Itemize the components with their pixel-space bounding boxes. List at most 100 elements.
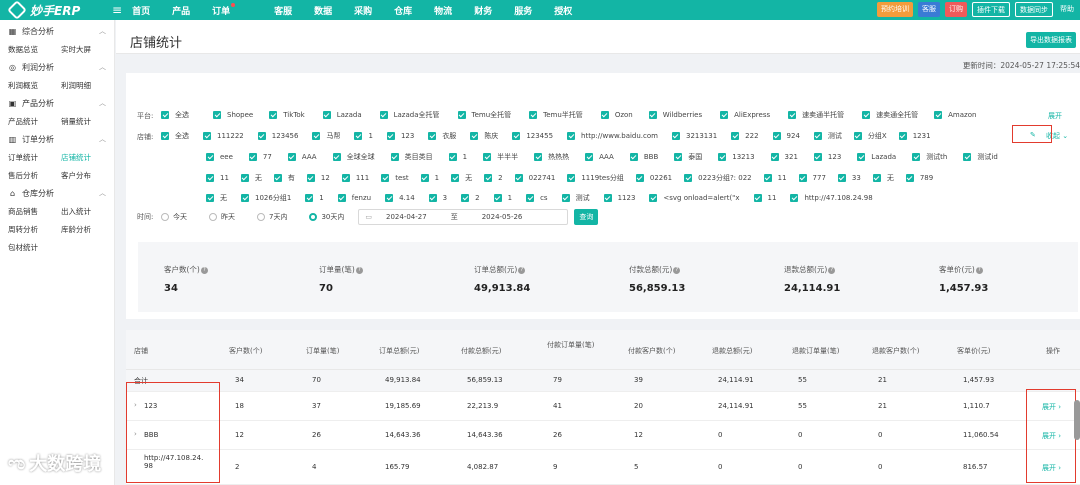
- filter-checkbox[interactable]: 4.14: [385, 194, 415, 202]
- data-sync-button[interactable]: 数据同步: [1015, 2, 1053, 17]
- filter-checkbox[interactable]: 1123: [603, 194, 635, 202]
- filter-checkbox[interactable]: 测试th: [912, 152, 947, 162]
- nav-finance[interactable]: 财务: [474, 4, 492, 17]
- export-report-button[interactable]: 导出数据报表: [1026, 32, 1076, 48]
- filter-checkbox[interactable]: 0223分组?: 022: [684, 173, 752, 183]
- filter-checkbox[interactable]: 无: [206, 193, 227, 203]
- scrollbar[interactable]: [1074, 400, 1080, 440]
- query-button[interactable]: 查询: [574, 209, 599, 225]
- filter-checkbox[interactable]: 分组X: [853, 131, 887, 141]
- sidebar-item-goods-sales[interactable]: 商品销售: [8, 206, 61, 217]
- sidebar-group-profit[interactable]: ◎ 利润分析 ︿: [0, 58, 114, 76]
- table-row[interactable]: 123 18 37 19,185.69 22,213.9 41 20 24,114.91 55 2…: [126, 392, 1080, 421]
- filter-checkbox[interactable]: 123455: [512, 132, 553, 140]
- filter-checkbox[interactable]: Shopee: [213, 111, 253, 119]
- sidebar-item-inout-stats[interactable]: 出入统计: [61, 206, 114, 217]
- nav-service[interactable]: 服务: [514, 4, 532, 17]
- sidebar-item-store-stats[interactable]: 店铺统计: [61, 152, 114, 163]
- filter-checkbox[interactable]: Lazada: [857, 153, 896, 161]
- logo[interactable]: 妙手ERP: [0, 0, 112, 20]
- nav-logistics[interactable]: 物流: [434, 4, 452, 17]
- filter-checkbox[interactable]: 11: [753, 194, 776, 202]
- filter-checkbox[interactable]: 1231: [898, 132, 931, 140]
- filter-checkbox[interactable]: 3213131: [671, 132, 717, 140]
- time-yesterday[interactable]: 昨天: [209, 212, 235, 222]
- filter-checkbox[interactable]: 1: [354, 132, 373, 140]
- time-30days[interactable]: 30天内: [309, 212, 344, 222]
- filter-checkbox[interactable]: 1: [420, 174, 439, 182]
- service-button[interactable]: 客服: [918, 2, 940, 17]
- filter-checkbox[interactable]: 111222: [203, 132, 244, 140]
- filter-checkbox[interactable]: 222: [731, 132, 759, 140]
- column-header[interactable]: 客单价(元): [957, 346, 990, 356]
- filter-checkbox[interactable]: BBB: [629, 153, 658, 161]
- sidebar-item-customer-distribution[interactable]: 客户分布: [61, 170, 114, 181]
- filter-checkbox[interactable]: cs: [526, 194, 548, 202]
- help-icon[interactable]: ?: [518, 266, 526, 274]
- column-header[interactable]: 客户数(个): [229, 346, 262, 356]
- column-header[interactable]: 订单量(笔): [306, 346, 339, 356]
- plugin-download-button[interactable]: 插件下载: [972, 2, 1010, 17]
- column-header[interactable]: 操作: [1046, 346, 1060, 356]
- sidebar-item-profit-overview[interactable]: 利润概览: [8, 80, 61, 91]
- filter-checkbox[interactable]: Ozon: [600, 111, 633, 119]
- sidebar-group-warehouse[interactable]: ⌂ 仓库分析 ︿: [0, 184, 114, 202]
- sidebar-group-product[interactable]: ▣ 产品分析 ︿: [0, 94, 114, 112]
- filter-checkbox[interactable]: 半半半: [483, 152, 518, 162]
- nav-customer-service[interactable]: 客服: [274, 4, 292, 17]
- sidebar-group-overview[interactable]: ▦ 综合分析 ︿: [0, 22, 114, 40]
- nav-home[interactable]: 首页: [132, 4, 150, 17]
- filter-checkbox[interactable]: 无: [451, 173, 472, 183]
- help-icon[interactable]: ?: [673, 266, 681, 274]
- filter-checkbox[interactable]: 33: [837, 174, 861, 182]
- filter-checkbox[interactable]: Lazada: [322, 111, 362, 119]
- column-header[interactable]: 退款订单量(笔): [792, 346, 839, 356]
- menu-icon[interactable]: ≡: [112, 3, 122, 17]
- sidebar-item-sales-stats[interactable]: 销量统计: [61, 116, 114, 127]
- filter-checkbox[interactable]: 泰国: [674, 152, 702, 162]
- column-header[interactable]: 退款客户数(个): [872, 346, 919, 356]
- subscribe-button[interactable]: 订购: [945, 2, 967, 17]
- training-button[interactable]: 预约培训: [877, 2, 913, 17]
- filter-checkbox[interactable]: AAA: [585, 153, 614, 161]
- help-icon[interactable]: ?: [828, 266, 836, 274]
- filter-checkbox[interactable]: 1: [305, 194, 324, 202]
- filter-checkbox[interactable]: Lazada全托管: [379, 110, 440, 120]
- filter-checkbox[interactable]: 热热热: [534, 152, 569, 162]
- filter-checkbox[interactable]: 速卖通全托管: [862, 110, 918, 120]
- filter-checkbox[interactable]: 类目类目: [390, 152, 433, 162]
- filter-checkbox[interactable]: 2: [484, 174, 503, 182]
- filter-checkbox[interactable]: AAA: [287, 153, 317, 161]
- filter-checkbox[interactable]: 777: [798, 174, 826, 182]
- filter-checkbox[interactable]: 022741: [514, 174, 555, 182]
- filter-checkbox[interactable]: 1: [448, 153, 467, 161]
- filter-checkbox[interactable]: Temu半托管: [529, 110, 583, 120]
- filter-checkbox[interactable]: 1: [493, 194, 512, 202]
- expand-link[interactable]: 展开: [1048, 111, 1062, 121]
- filter-checkbox[interactable]: 12: [306, 174, 330, 182]
- sidebar-item-profit-detail[interactable]: 利润明细: [61, 80, 114, 91]
- filter-checkbox[interactable]: 3: [428, 194, 447, 202]
- help-icon[interactable]: ?: [975, 266, 983, 274]
- filter-checkbox[interactable]: Amazon: [934, 111, 976, 119]
- sidebar-item-stock-age[interactable]: 库龄分析: [61, 224, 114, 235]
- filter-checkbox[interactable]: 1026分组1: [241, 193, 291, 203]
- filter-checkbox[interactable]: 11: [763, 174, 787, 182]
- sidebar-item-packaging[interactable]: 包材统计: [8, 242, 61, 253]
- filter-checkbox[interactable]: 123: [386, 132, 414, 140]
- filter-checkbox[interactable]: TikTok: [269, 111, 305, 119]
- filter-checkbox[interactable]: fenzu: [337, 194, 371, 202]
- filter-checkbox[interactable]: 无: [872, 173, 894, 183]
- column-header[interactable]: 店铺: [134, 346, 148, 356]
- filter-checkbox[interactable]: 321: [770, 153, 798, 161]
- filter-checkbox[interactable]: 77: [248, 153, 272, 161]
- filter-checkbox[interactable]: 马帮: [312, 131, 340, 141]
- filter-checkbox[interactable]: http://47.108.24.98: [790, 194, 873, 202]
- nav-data[interactable]: 数据: [314, 4, 332, 17]
- table-row[interactable]: http://47.108.24.98 2 4 165.79 4,082.87 9 5 0 0 0…: [126, 450, 1080, 485]
- table-row[interactable]: 合计 34 70 49,913.84 56,859.13 79 39 24,114.91 55 2…: [126, 370, 1080, 392]
- filter-checkbox[interactable]: 11: [206, 174, 229, 182]
- filter-checkbox[interactable]: eee: [206, 153, 233, 161]
- column-header[interactable]: 付款客户数(个): [628, 346, 675, 356]
- filter-checkbox[interactable]: 衣服: [428, 131, 456, 141]
